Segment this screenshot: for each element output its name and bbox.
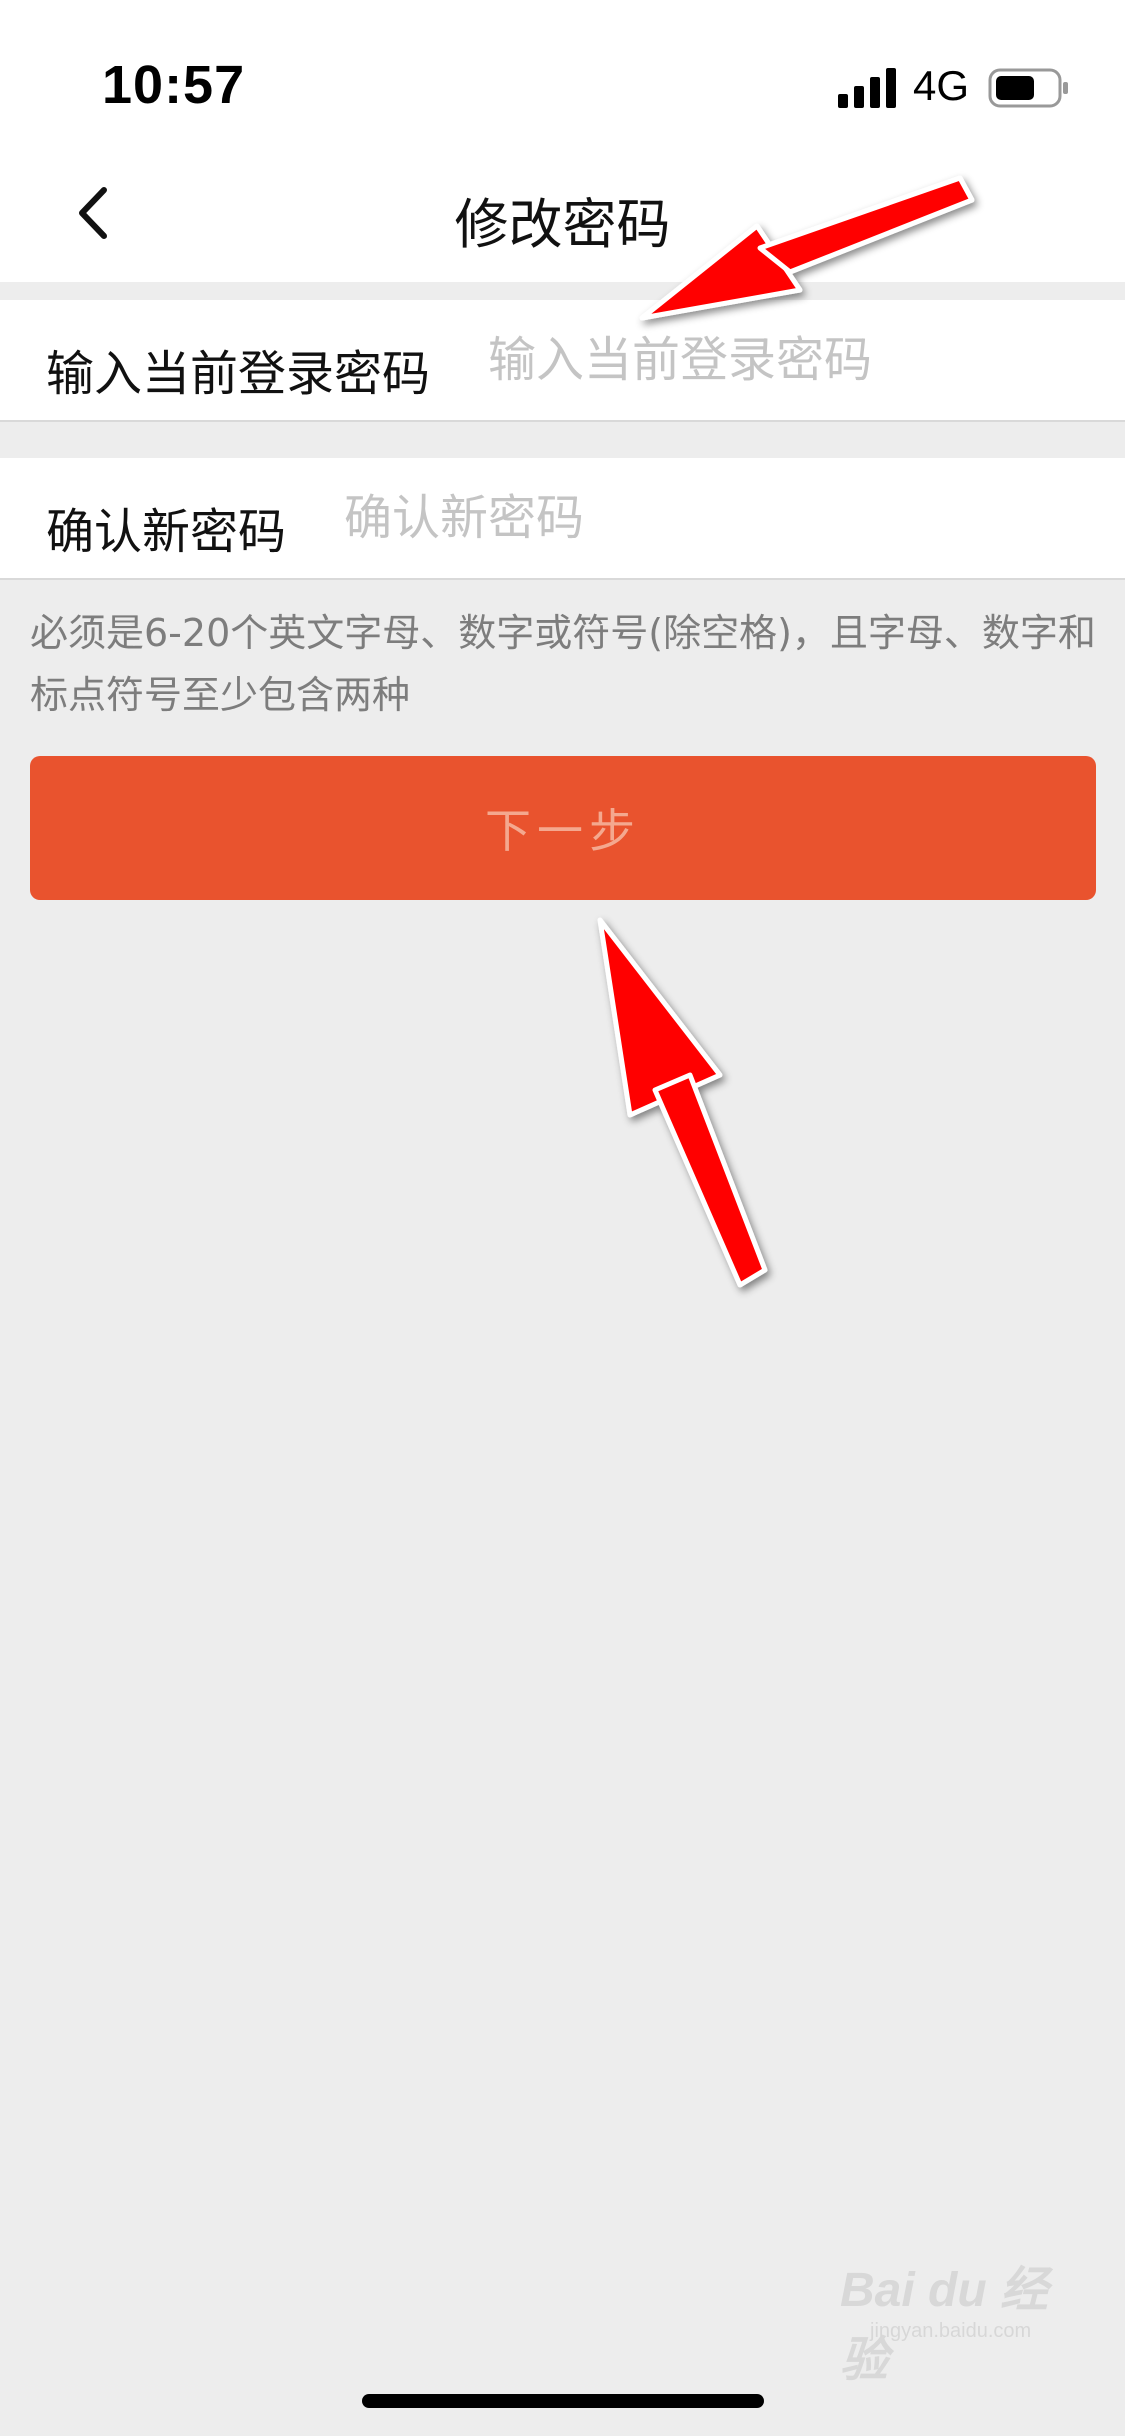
new-password-input[interactable]: [344, 482, 1084, 554]
new-password-label: 确认新密码: [46, 504, 287, 560]
status-time: 10:57: [102, 55, 246, 115]
signal-bars-icon: [838, 68, 896, 108]
new-password-row: 确认新密码: [0, 458, 1125, 580]
battery-icon: [988, 68, 1068, 108]
status-bar: 10:57 4G: [0, 0, 1125, 150]
navigation-bar: 修改密码: [0, 150, 1125, 282]
next-step-button[interactable]: 下一步: [30, 756, 1096, 900]
current-password-input[interactable]: [488, 324, 1088, 396]
home-indicator[interactable]: [362, 2394, 764, 2408]
page-title: 修改密码: [454, 193, 671, 256]
watermark-url: jingyan.baidu.com: [870, 2320, 1032, 2342]
current-password-label: 输入当前登录密码: [46, 346, 431, 402]
baidu-watermark: Bai du 经验 jingyan.baidu.com: [840, 2240, 1090, 2387]
network-type: 4G: [913, 62, 970, 109]
password-rule-hint: 必须是6-20个英文字母、数字或符号(除空格)，且字母、数字和标点符号至少包含两…: [30, 611, 1096, 717]
current-password-row: 输入当前登录密码: [0, 300, 1125, 422]
arrow-to-next-button: [597, 917, 768, 1288]
